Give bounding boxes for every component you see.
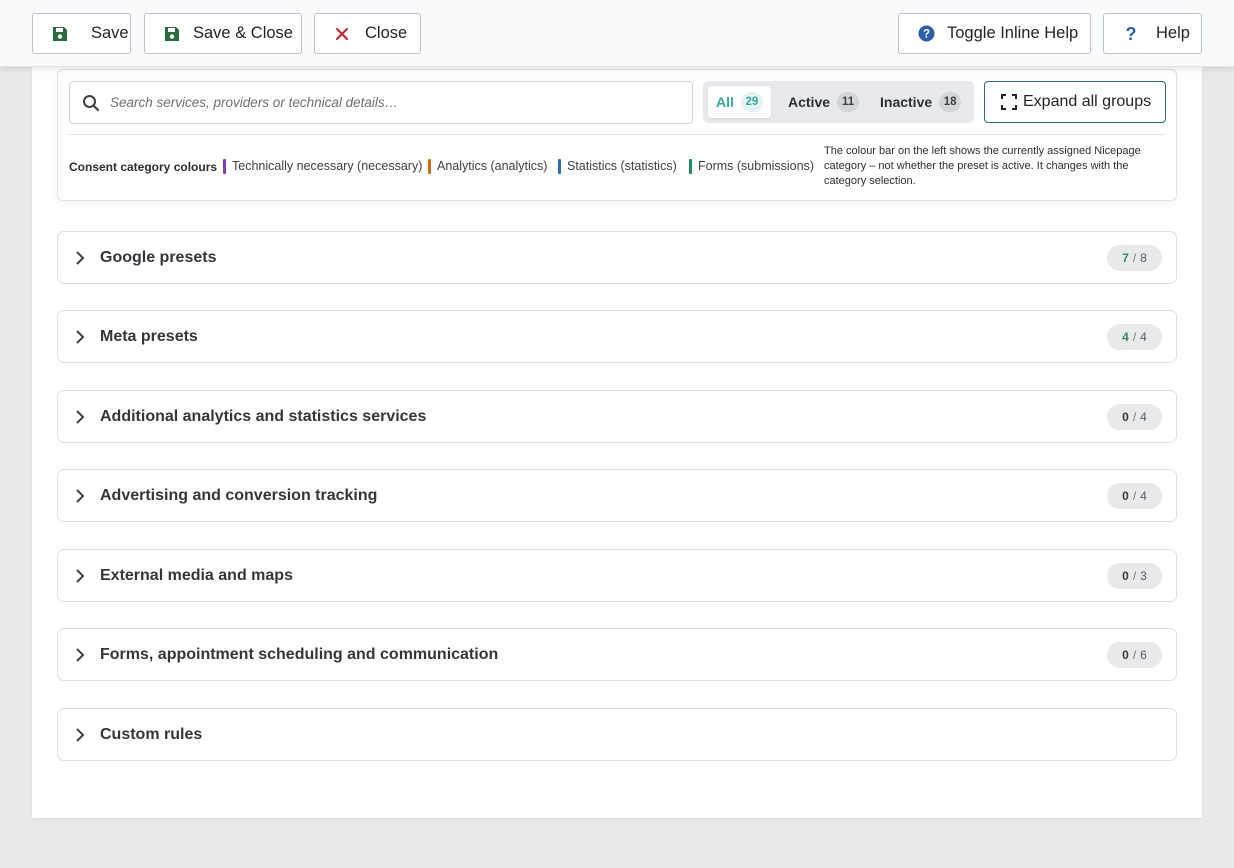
total-count: 4 [1140,330,1147,344]
group-advertising[interactable]: Advertising and conversion tracking 0/4 [57,469,1177,522]
filter-panel: All 29 Active 11 Inactive 18 Expand all … [57,69,1177,201]
toolbar: Save Save & Close Close ? Toggle Inline … [0,0,1234,67]
toggle-inline-help-label: Toggle Inline Help [947,24,1079,42]
question-circle-icon: ? [917,25,935,43]
filter-all-label: All [716,94,734,110]
chevron-right-icon [74,488,86,504]
save-and-close-label: Save & Close [193,24,293,42]
group-forms-communication[interactable]: Forms, appointment scheduling and commun… [57,628,1177,681]
chevron-right-icon [74,250,86,266]
legend-item-forms: Forms (submissions) [689,158,814,174]
floppy-disk-icon [51,25,69,43]
group-title: Google presets [100,248,217,266]
total-count: 4 [1140,410,1147,424]
group-count-badge: 0/3 [1107,563,1162,589]
filter-all-tab[interactable]: All 29 [708,86,771,118]
total-count: 3 [1140,569,1147,583]
filter-inactive-count: 18 [939,92,962,112]
count-separator: / [1132,648,1137,662]
filter-all-count: 29 [740,92,763,112]
close-button[interactable]: Close [314,13,421,54]
filter-active-count: 11 [837,92,860,112]
total-count: 6 [1140,648,1147,662]
search-input[interactable] [110,95,670,110]
group-title: Forms, appointment scheduling and commun… [100,645,499,663]
group-title: Custom rules [100,725,203,743]
status-filter: All 29 Active 11 Inactive 18 [703,81,974,123]
legend-item-label: Analytics (analytics) [437,159,548,173]
legend-item-label: Forms (submissions) [698,159,814,173]
group-count-badge: 0/4 [1107,404,1162,430]
legend-item-necessary: Technically necessary (necessary) [223,158,422,174]
expand-all-groups-label: Expand all groups [1023,93,1152,110]
group-custom-rules[interactable]: Custom rules [57,708,1177,761]
group-count-badge: 7/8 [1107,245,1162,271]
group-google-presets[interactable]: Google presets 7/8 [57,231,1177,284]
chevron-right-icon [74,647,86,663]
save-and-close-button[interactable]: Save & Close [144,13,302,54]
filter-active-label: Active [788,94,831,110]
question-mark-icon: ? [1122,25,1140,43]
legend-item-label: Technically necessary (necessary) [232,159,423,173]
chevron-right-icon [74,568,86,584]
active-count: 0 [1122,569,1129,583]
legend-note: The colour bar on the left shows the cur… [824,145,1141,187]
group-count-badge: 4/4 [1107,324,1162,350]
floppy-disk-icon [163,25,181,43]
count-separator: / [1132,410,1137,424]
search-box [69,81,693,124]
legend-title: Consent category colours [69,160,218,174]
svg-text:?: ? [922,29,929,41]
total-count: 8 [1140,251,1147,265]
save-button-label: Save [91,24,129,42]
active-count: 0 [1122,489,1129,503]
legend-item-analytics: Analytics (analytics) [428,158,547,174]
expand-all-groups-button[interactable]: Expand all groups [984,81,1166,123]
group-title: External media and maps [100,566,293,584]
legend-item-label: Statistics (statistics) [567,159,677,173]
statistics-color-bar [558,158,561,174]
group-count-badge: 0/6 [1107,642,1162,668]
divider [69,134,1165,135]
expand-icon [1001,94,1017,110]
active-count: 0 [1122,648,1129,662]
close-button-label: Close [365,24,408,42]
necessary-color-bar [223,158,226,174]
active-count: 4 [1122,330,1129,344]
group-external-media[interactable]: External media and maps 0/3 [57,549,1177,602]
save-button[interactable]: Save [32,13,131,54]
group-title: Meta presets [100,327,198,345]
analytics-color-bar [428,158,431,174]
chevron-right-icon [74,329,86,345]
filter-inactive-label: Inactive [880,94,933,110]
help-button-label: Help [1156,24,1190,42]
x-icon [333,25,351,43]
legend-item-statistics: Statistics (statistics) [558,158,677,174]
chevron-right-icon [74,727,86,743]
count-separator: / [1132,330,1137,344]
count-separator: / [1132,489,1137,503]
chevron-right-icon [74,409,86,425]
filter-active-tab[interactable]: Active 11 [780,86,867,118]
group-additional-analytics[interactable]: Additional analytics and statistics serv… [57,390,1177,443]
count-separator: / [1132,251,1137,265]
forms-color-bar [689,158,692,174]
total-count: 4 [1140,489,1147,503]
group-title: Additional analytics and statistics serv… [100,407,427,425]
filter-inactive-tab[interactable]: Inactive 18 [872,86,969,118]
help-button[interactable]: ? Help [1103,13,1202,54]
active-count: 7 [1122,251,1129,265]
group-count-badge: 0/4 [1107,483,1162,509]
toggle-inline-help-button[interactable]: ? Toggle Inline Help [898,13,1091,54]
group-title: Advertising and conversion tracking [100,486,378,504]
svg-text:?: ? [1126,25,1137,43]
count-separator: / [1132,569,1137,583]
search-icon [82,94,100,112]
group-meta-presets[interactable]: Meta presets 4/4 [57,310,1177,363]
active-count: 0 [1122,410,1129,424]
